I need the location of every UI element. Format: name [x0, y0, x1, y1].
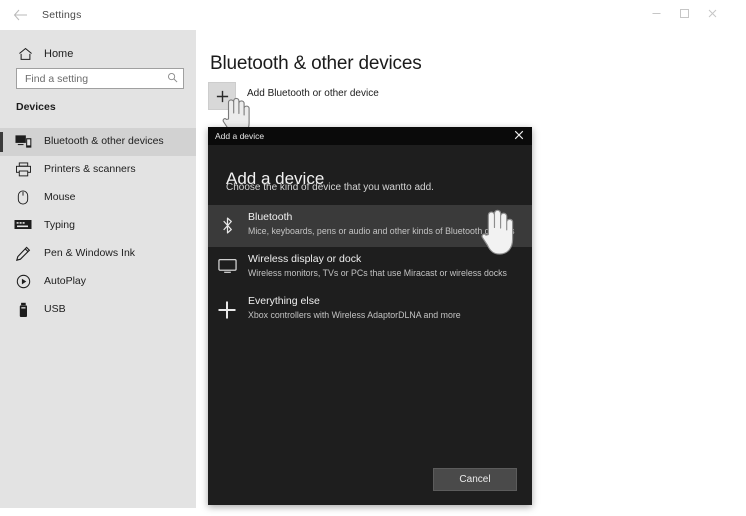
- keyboard-icon: [14, 218, 32, 234]
- sidebar-item-printers-and-scanners[interactable]: Printers & scanners: [0, 156, 196, 184]
- usb-icon: [14, 302, 32, 318]
- plus-icon: [216, 300, 238, 320]
- sidebar-item-mouse[interactable]: Mouse: [0, 184, 196, 212]
- device-option-everything-else[interactable]: Everything else Xbox controllers with Wi…: [208, 289, 532, 331]
- bluetooth-icon: [216, 216, 238, 236]
- sidebar-section-title: Devices: [16, 101, 56, 113]
- autoplay-icon: [14, 274, 32, 290]
- sidebar-item-label: Mouse: [44, 191, 76, 203]
- add-a-device-dialog: Add a device Add a device Choose the kin…: [208, 127, 532, 505]
- back-arrow-icon[interactable]: [12, 9, 28, 23]
- page-title: Bluetooth & other devices: [210, 52, 422, 74]
- device-option-title: Everything else: [248, 295, 320, 307]
- close-button[interactable]: [699, 7, 725, 25]
- search-icon: [167, 72, 178, 86]
- close-icon[interactable]: [512, 130, 526, 143]
- sidebar-item-label: USB: [44, 303, 66, 315]
- device-option-desc: Mice, keyboards, pens or audio and other…: [248, 226, 515, 236]
- sidebar-item-label: Printers & scanners: [44, 163, 136, 175]
- home-icon: [16, 47, 34, 66]
- minimize-button[interactable]: [643, 7, 669, 25]
- sidebar-item-label: Bluetooth & other devices: [44, 135, 164, 147]
- sidebar-nav-list: Bluetooth & other devices Printers & sca…: [0, 128, 196, 324]
- sidebar-item-bluetooth-and-other-devices[interactable]: Bluetooth & other devices: [0, 128, 196, 156]
- window-titlebar: Settings: [0, 0, 746, 30]
- device-option-desc: Wireless monitors, TVs or PCs that use M…: [248, 268, 507, 278]
- device-option-title: Wireless display or dock: [248, 253, 362, 265]
- mouse-icon: [14, 190, 32, 206]
- sidebar-item-label: Typing: [44, 219, 75, 231]
- dialog-subheading: Choose the kind of device that you wantt…: [226, 182, 434, 193]
- device-option-title: Bluetooth: [248, 211, 293, 223]
- sidebar-item-home[interactable]: Home: [0, 42, 196, 70]
- app-title: Settings: [42, 9, 82, 21]
- sidebar: Home Devices: [0, 30, 196, 508]
- sidebar-item-pen-and-windows-ink[interactable]: Pen & Windows Ink: [0, 240, 196, 268]
- sidebar-item-autoplay[interactable]: AutoPlay: [0, 268, 196, 296]
- sidebar-item-label: Pen & Windows Ink: [44, 247, 136, 259]
- device-option-desc: Xbox controllers with Wireless AdaptorDL…: [248, 310, 461, 320]
- sidebar-item-usb[interactable]: USB: [0, 296, 196, 324]
- pen-icon: [14, 246, 32, 262]
- add-device-label: Add Bluetooth or other device: [247, 88, 379, 99]
- cancel-button[interactable]: Cancel: [433, 468, 517, 491]
- sidebar-item-label: AutoPlay: [44, 275, 87, 287]
- search-box[interactable]: [16, 68, 184, 89]
- printer-icon: [14, 162, 32, 178]
- monitor-icon: [216, 258, 238, 278]
- search-input[interactable]: [25, 73, 160, 85]
- sidebar-item-typing[interactable]: Typing: [0, 212, 196, 240]
- settings-window: Settings Home Find a setting Devices Blu…: [0, 0, 746, 516]
- hand-cursor-pointer: [476, 205, 516, 262]
- devices-icon: [14, 134, 32, 150]
- dialog-titlebar: Add a device: [208, 127, 532, 145]
- sidebar-item-home-label: Home: [44, 48, 74, 60]
- dialog-titlebar-label: Add a device: [215, 131, 265, 141]
- maximize-button[interactable]: [671, 7, 697, 25]
